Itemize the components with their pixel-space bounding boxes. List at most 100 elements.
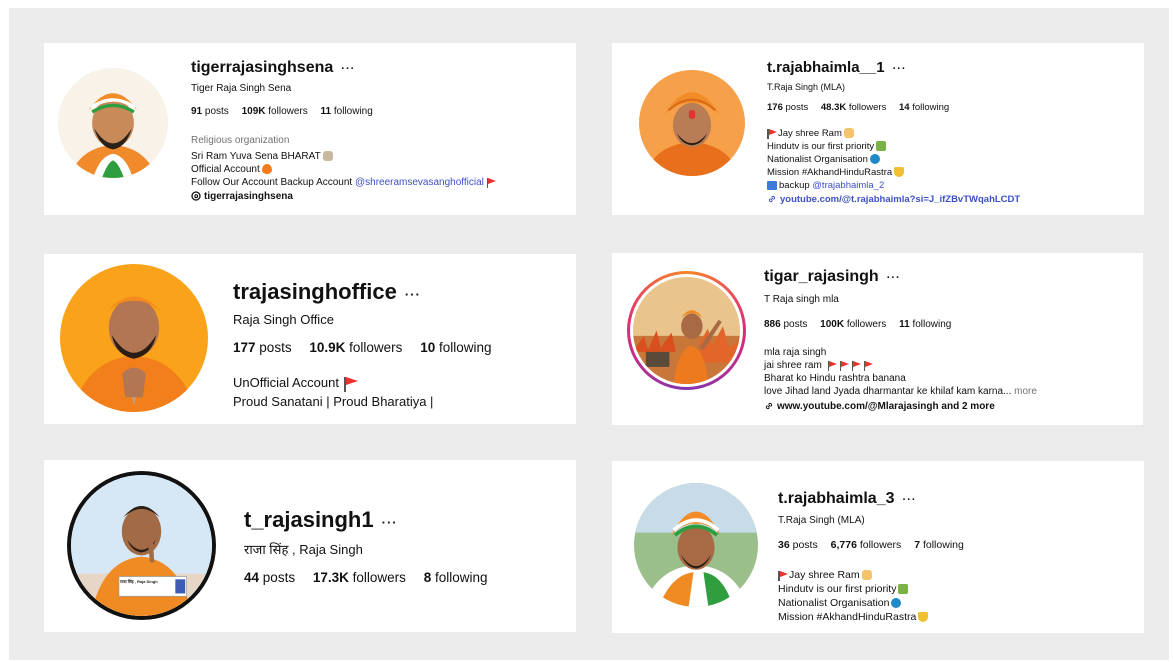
bio-line: Hindutv is our first priority (767, 141, 887, 152)
profile-username[interactable]: t_rajasingh1 (244, 507, 374, 532)
profile-card-t-rajabhaimla-3: t.rajabhaimla_3 ··· T.Raja Singh (MLA) 36… (612, 461, 1144, 633)
more-options-icon[interactable]: ··· (405, 287, 421, 302)
profile-display-name: T.Raja Singh (MLA) (778, 515, 865, 526)
avatar-image (633, 277, 740, 384)
following-stat[interactable]: 11 following (321, 106, 373, 117)
profile-card-trajasinghoffice: trajasinghoffice ··· Raja Singh Office 17… (44, 254, 576, 424)
bio-line: Jay shree Ram (778, 569, 872, 581)
more-link[interactable]: more (1014, 386, 1037, 397)
profile-card-tigar-rajasingh: tigar_rajasingh ··· T Raja singh mla 886 … (612, 253, 1143, 425)
avatar-image (634, 483, 758, 607)
bio-line: Proud Sanatani | Proud Bharatiya | (233, 394, 434, 409)
more-options-icon[interactable]: ··· (887, 272, 901, 284)
following-stat[interactable]: 7 following (914, 539, 964, 551)
link-icon (765, 403, 773, 410)
bio-line: Follow Our Account Backup Account @shree… (191, 177, 497, 188)
bio-line: Sri Ram Yuva Sena BHARAT (191, 151, 333, 162)
avatar-image (639, 70, 745, 176)
profile-display-name: Raja Singh Office (233, 312, 334, 327)
profile-username[interactable]: tigar_rajasingh (764, 268, 879, 285)
bio-line: love Jihad land Jyada dharmantar ke khil… (764, 386, 1037, 397)
fire-icon (261, 164, 272, 175)
globe-icon (891, 598, 902, 609)
following-stat[interactable]: 11 following (899, 319, 951, 330)
folded-hands-icon (843, 128, 854, 139)
following-stat[interactable]: 8 following (424, 570, 488, 585)
profile-avatar[interactable]: राजा सिंह , Raja Singh (67, 471, 216, 620)
profile-card-t-rajabhaimla-1: t.rajabhaimla__1 ··· T.Raja Singh (MLA) 1… (612, 43, 1144, 215)
profile-stats: 44 posts 17.3K followers 8 following (244, 570, 498, 585)
avatar-image (58, 68, 168, 178)
followers-stat[interactable]: 6,776 followers (831, 539, 902, 551)
more-options-icon[interactable]: ··· (341, 63, 355, 75)
profile-stats: 886 posts 100K followers 11 following (764, 319, 961, 330)
avatar-image (60, 264, 208, 412)
bio-line: Jay shree Ram (767, 128, 854, 139)
profile-username[interactable]: tigerrajasinghsena (191, 59, 333, 76)
following-stat[interactable]: 10 following (420, 340, 491, 355)
profile-avatar[interactable] (58, 68, 168, 178)
flag-icon (486, 177, 497, 188)
flag-icon (839, 360, 850, 371)
profile-stats: 36 posts 6,776 followers 7 following (778, 539, 974, 551)
profile-avatar[interactable] (634, 483, 758, 607)
folded-hands-icon (861, 570, 872, 581)
profile-username[interactable]: t.rajabhaimla_3 (778, 490, 895, 507)
posts-stat[interactable]: 176 posts (767, 102, 808, 113)
flag-icon (767, 128, 777, 139)
followers-stat[interactable]: 109K followers (242, 106, 308, 117)
profile-avatar[interactable] (60, 264, 208, 412)
posts-stat[interactable]: 886 posts (764, 319, 807, 330)
bio-line: Bharat ko Hindu rashtra banana (764, 373, 906, 384)
profile-username[interactable]: trajasinghoffice (233, 279, 397, 304)
bio-line: jai shree ram (764, 360, 874, 371)
profile-external-link[interactable]: youtube.com/@t.rajabhaimla?si=J_ifZBvTWq… (767, 194, 1020, 205)
profile-username[interactable]: t.rajabhaimla__1 (767, 59, 885, 76)
more-options-icon[interactable]: ··· (382, 515, 398, 530)
profile-card-tigerrajasinghsena: tigerrajasinghsena ··· Tiger Raja Singh S… (44, 43, 576, 215)
shield-icon (894, 167, 905, 178)
profile-display-name: राजा सिंह , Raja Singh (244, 542, 363, 557)
posts-stat[interactable]: 44 posts (244, 570, 295, 585)
posts-stat[interactable]: 36 posts (778, 539, 818, 551)
followers-stat[interactable]: 100K followers (820, 319, 886, 330)
posts-stat[interactable]: 177 posts (233, 340, 292, 355)
bio-line: Hindutv is our first priority (778, 583, 909, 595)
threads-icon (191, 191, 201, 202)
profile-external-link[interactable]: www.youtube.com/@Mlarajasingh and 2 more (764, 401, 995, 412)
followers-stat[interactable]: 48.3K followers (821, 102, 887, 113)
profile-stats: 176 posts 48.3K followers 14 following (767, 102, 959, 113)
profile-stats: 177 posts 10.9K followers 10 following (233, 340, 502, 355)
bio-line: Nationalist Organisation (778, 597, 902, 609)
raised-hand-icon (322, 151, 333, 162)
mountain-icon (898, 584, 909, 595)
flag-icon (851, 360, 862, 371)
flag-icon (778, 570, 788, 581)
bio-line: Nationalist Organisation (767, 154, 880, 165)
bio-line: backup @trajabhaimla_2 (767, 180, 884, 191)
posts-stat[interactable]: 91 posts (191, 106, 229, 117)
followers-stat[interactable]: 17.3K followers (313, 570, 406, 585)
profile-display-name: T Raja singh mla (764, 294, 839, 305)
threads-link[interactable]: tigerrajasinghsena (191, 191, 293, 202)
bio-line: Official Account (191, 164, 272, 175)
profile-display-name: T.Raja Singh (MLA) (767, 82, 846, 92)
bio-mention-link[interactable]: @trajabhaimla_2 (812, 180, 884, 191)
profile-avatar-story-ring[interactable] (627, 271, 746, 390)
avatar-banner-text: राजा सिंह , Raja Singh (120, 579, 158, 584)
globe-icon (869, 154, 880, 165)
bio-mention-link[interactable]: @shreeramsevasanghofficial (355, 177, 484, 188)
flag-icon (827, 360, 838, 371)
profile-card-t-rajasingh1: राजा सिंह , Raja Singh t_rajasingh1 ··· र… (44, 460, 576, 632)
more-options-icon[interactable]: ··· (893, 63, 907, 75)
profile-category: Religious organization (191, 135, 290, 146)
bio-line: mla raja singh (764, 347, 827, 358)
more-options-icon[interactable]: ··· (903, 494, 917, 506)
collage-background: tigerrajasinghsena ··· Tiger Raja Singh S… (9, 8, 1169, 660)
followers-stat[interactable]: 10.9K followers (309, 340, 402, 355)
flag-icon (863, 360, 874, 371)
profile-avatar[interactable] (639, 70, 745, 176)
following-stat[interactable]: 14 following (899, 102, 949, 113)
bio-line: Mission #AkhandHinduRastra (767, 167, 905, 178)
profile-display-name: Tiger Raja Singh Sena (191, 83, 292, 94)
